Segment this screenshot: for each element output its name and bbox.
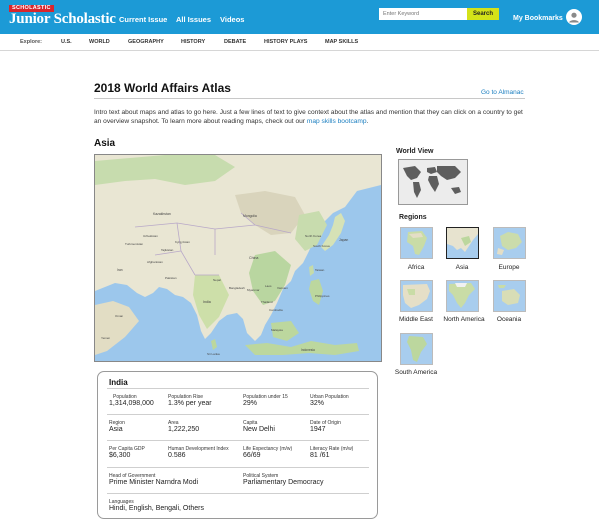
title-divider	[94, 98, 525, 99]
search-input[interactable]	[379, 8, 467, 20]
head-of-government-value: Prime Minister Narndra Modi	[109, 479, 199, 486]
urban-population-value: 32%	[310, 400, 325, 407]
intro-period: .	[366, 117, 369, 125]
go-to-almanac-link[interactable]: Go to Almanac	[481, 89, 524, 96]
population-value: 1,314,098,000	[109, 400, 154, 407]
map-label-vietnam[interactable]: Vietnam	[277, 286, 288, 290]
map-label-sri-lanka[interactable]: Sri Lanka	[207, 352, 220, 356]
explore-debate[interactable]: DEBATE	[224, 39, 246, 45]
top-header: SCHOLASTIC Junior Scholastic Current Iss…	[0, 0, 599, 34]
junior-scholastic-logo[interactable]: SCHOLASTIC Junior Scholastic	[9, 5, 116, 29]
search-button[interactable]: Search	[467, 8, 499, 20]
world-map-icon	[399, 160, 467, 204]
map-label-india[interactable]: India	[203, 300, 211, 304]
logo-wordmark: Junior Scholastic	[9, 11, 116, 27]
africa-map-icon	[401, 228, 432, 258]
map-label-kyrgyzstan[interactable]: Kyrgyzstan	[175, 240, 190, 244]
explore-us[interactable]: U.S.	[61, 39, 72, 45]
my-bookmarks-link[interactable]: My Bookmarks	[513, 15, 563, 22]
oceania-map-icon	[494, 281, 525, 311]
map-label-philippines[interactable]: Philippines	[315, 294, 330, 298]
region-thumb-middle-east[interactable]	[400, 280, 433, 312]
region-value: Asia	[109, 426, 123, 433]
explore-bar: Explore: U.S. WORLD GEOGRAPHY HISTORY DE…	[0, 34, 599, 51]
card-divider	[107, 414, 369, 415]
region-label-south-america[interactable]: South America	[386, 369, 446, 376]
asia-map-graphic: Kazakhstan Mongolia China India Japan No…	[95, 155, 381, 361]
map-skills-bootcamp-link[interactable]: map skills bootcamp	[307, 118, 367, 125]
card-divider	[107, 467, 369, 468]
languages-value: Hindi, English, Bengali, Others	[109, 505, 204, 512]
map-label-laos[interactable]: Laos	[265, 284, 272, 288]
asia-map-icon	[447, 228, 478, 258]
nav-all-issues[interactable]: All Issues	[176, 15, 211, 24]
north-america-map-icon	[447, 281, 478, 311]
map-label-indonesia[interactable]: Indonesia	[301, 348, 315, 352]
region-thumb-south-america[interactable]	[400, 333, 433, 365]
map-label-yemen[interactable]: Yemen	[101, 336, 111, 340]
capital-value: New Delhi	[243, 426, 275, 433]
card-divider	[107, 440, 369, 441]
explore-label: Explore:	[20, 39, 43, 45]
map-label-iran[interactable]: Iran	[117, 268, 123, 272]
hdi-value: 0.586	[168, 452, 186, 459]
population-rise-value: 1.3% per year	[168, 400, 212, 407]
regions-heading: Regions	[399, 214, 427, 221]
world-view-heading: World View	[396, 148, 434, 155]
user-avatar-icon[interactable]	[566, 9, 582, 25]
region-thumb-north-america[interactable]	[446, 280, 479, 312]
card-divider	[107, 493, 369, 494]
life-expectancy-value: 66/69	[243, 452, 261, 459]
map-label-malaysia[interactable]: Malaysia	[271, 328, 283, 332]
region-thumb-asia[interactable]	[446, 227, 479, 259]
map-label-afghanistan[interactable]: Afghanistan	[147, 260, 163, 264]
explore-history[interactable]: HISTORY	[181, 39, 205, 45]
political-system-value: Parliamentary Democracy	[243, 479, 324, 486]
region-label-oceania[interactable]: Oceania	[479, 316, 539, 323]
map-label-china[interactable]: China	[249, 256, 258, 260]
region-heading: Asia	[94, 138, 116, 149]
region-thumb-oceania[interactable]	[493, 280, 526, 312]
page-title: 2018 World Affairs Atlas	[94, 81, 231, 95]
nav-current-issue[interactable]: Current Issue	[119, 15, 167, 24]
map-label-mongolia[interactable]: Mongolia	[243, 214, 257, 218]
explore-geography[interactable]: GEOGRAPHY	[128, 39, 164, 45]
explore-map-skills[interactable]: MAP SKILLS	[325, 39, 358, 45]
map-label-cambodia[interactable]: Cambodia	[269, 308, 283, 312]
map-label-kazakhstan[interactable]: Kazakhstan	[153, 212, 171, 216]
map-label-north-korea[interactable]: North Korea	[305, 234, 322, 238]
map-label-nepal[interactable]: Nepal	[213, 278, 221, 282]
map-label-pakistan[interactable]: Pakistan	[165, 276, 177, 280]
map-label-thailand[interactable]: Thailand	[261, 300, 273, 304]
nav-videos[interactable]: Videos	[220, 15, 244, 24]
south-america-map-icon	[401, 334, 432, 364]
map-label-oman[interactable]: Oman	[115, 314, 124, 318]
population-under-15-value: 29%	[243, 400, 258, 407]
explore-history-plays[interactable]: HISTORY PLAYS	[264, 39, 307, 45]
explore-world[interactable]: WORLD	[89, 39, 110, 45]
country-name: India	[109, 378, 128, 387]
map-label-taiwan[interactable]: Taiwan	[315, 268, 325, 272]
map-label-turkmenistan[interactable]: Turkmenistan	[125, 242, 143, 246]
per-capita-gdp-value: $6,300	[109, 452, 131, 459]
europe-map-icon	[494, 228, 525, 258]
literacy-rate-value: 81 /61	[310, 452, 330, 459]
map-label-tajikistan[interactable]: Tajikistan	[161, 248, 174, 252]
map-label-bangladesh[interactable]: Bangladesh	[229, 286, 245, 290]
world-view-thumbnail[interactable]	[398, 159, 468, 205]
area-value: 1,222,250	[168, 426, 200, 433]
map-label-myanmar[interactable]: Myanmar	[247, 288, 260, 292]
asia-map[interactable]: Kazakhstan Mongolia China India Japan No…	[94, 154, 382, 362]
middle-east-map-icon	[401, 281, 432, 311]
region-thumb-europe[interactable]	[493, 227, 526, 259]
country-info-card: India Population 1,314,098,000 Populatio…	[97, 371, 378, 519]
map-label-uzbekistan[interactable]: Uzbekistan	[143, 234, 158, 238]
card-divider	[107, 388, 369, 389]
date-of-origin-value: 1947	[310, 426, 326, 433]
region-label-europe[interactable]: Europe	[479, 264, 539, 271]
intro-paragraph: Intro text about maps and atlas to go he…	[94, 109, 526, 126]
map-label-japan[interactable]: Japan	[339, 238, 348, 242]
region-thumb-africa[interactable]	[400, 227, 433, 259]
map-label-south-korea[interactable]: South Korea	[313, 244, 330, 248]
